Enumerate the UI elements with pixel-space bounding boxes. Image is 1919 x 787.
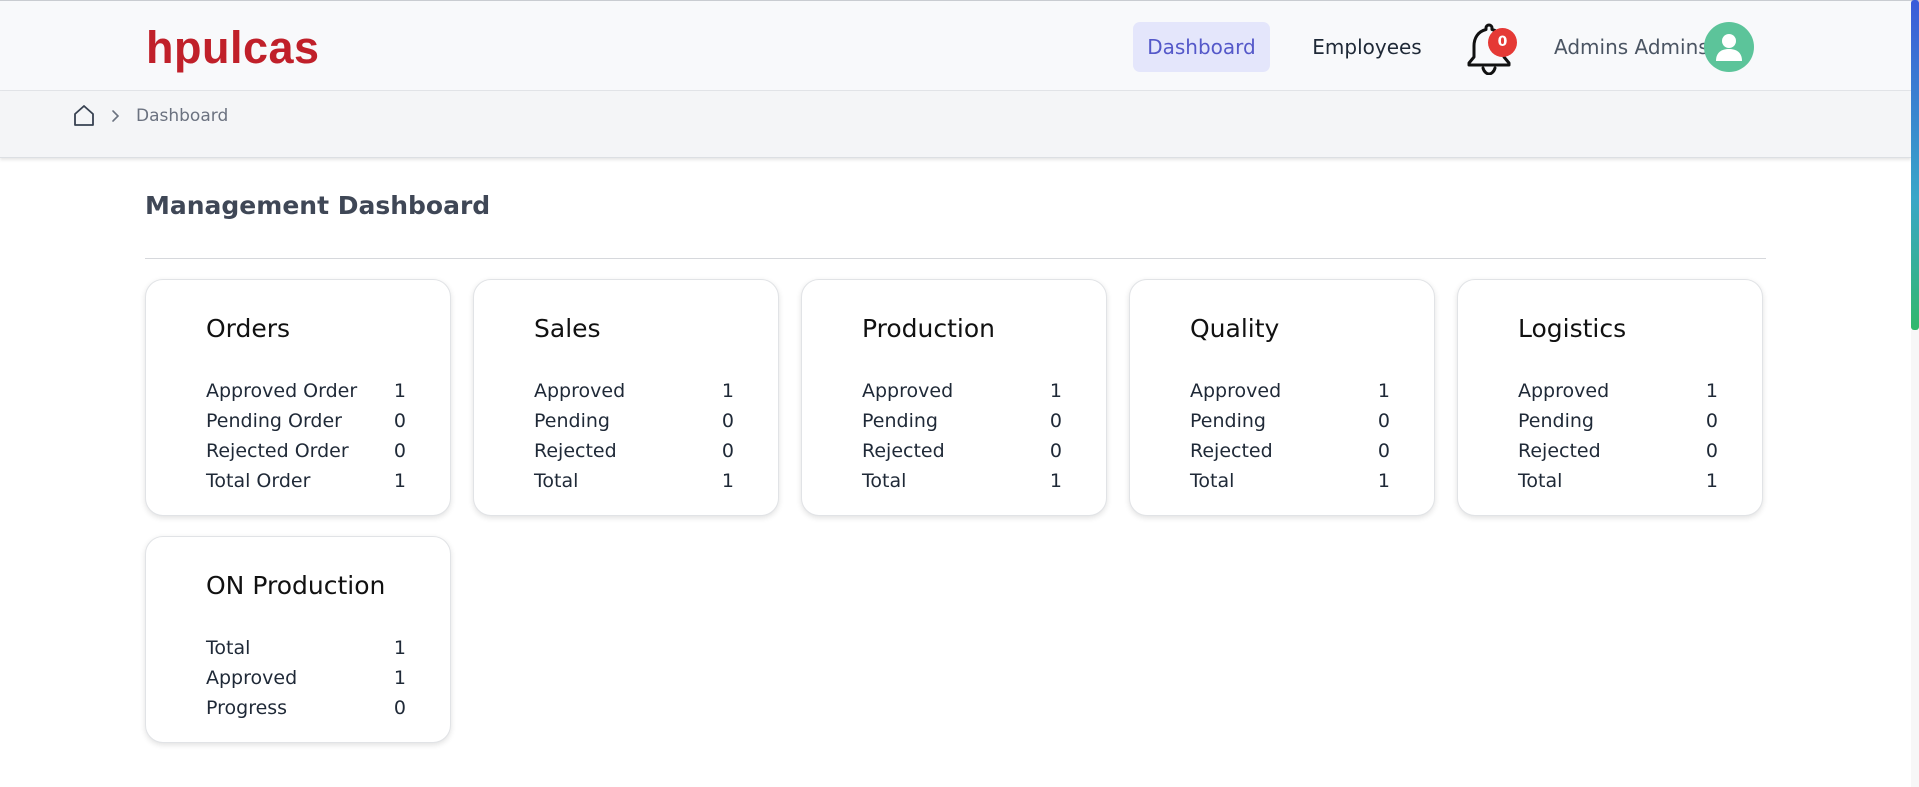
row-value: 1	[393, 637, 406, 659]
top-navbar: hpulcas Dashboard Employees 0 Admins Adm…	[0, 0, 1919, 91]
row-value: 0	[721, 440, 734, 462]
notification-count-badge: 0	[1488, 28, 1517, 57]
row-label: Total Order	[206, 470, 311, 492]
row-label: Rejected	[862, 440, 945, 462]
card-row: Pending 0	[534, 410, 734, 440]
row-value: 0	[1049, 410, 1062, 432]
card-row: Approved Order 1	[206, 380, 406, 410]
card-row: Total 1	[1190, 470, 1390, 500]
card-row: Pending Order 0	[206, 410, 406, 440]
row-label: Rejected	[1518, 440, 1601, 462]
row-value: 1	[393, 380, 406, 402]
breadcrumb: Dashboard	[0, 91, 1911, 158]
row-label: Approved	[206, 667, 298, 689]
card-title: Orders	[206, 314, 291, 343]
row-label: Total	[534, 470, 579, 492]
row-label: Total	[1518, 470, 1563, 492]
row-label: Rejected Order	[206, 440, 349, 462]
row-label: Rejected	[534, 440, 617, 462]
row-label: Pending	[534, 410, 610, 432]
breadcrumb-item-dashboard[interactable]: Dashboard	[136, 106, 228, 126]
row-label: Total	[1190, 470, 1235, 492]
card-title: Quality	[1190, 314, 1280, 343]
card-row: Approved 1	[534, 380, 734, 410]
row-label: Approved	[862, 380, 954, 402]
card-row: Progress 0	[206, 697, 406, 727]
row-value: 1	[1377, 380, 1390, 402]
row-value: 0	[721, 410, 734, 432]
card-on-production: ON Production Total 1 Approved 1 Progress 0	[145, 536, 451, 743]
row-label: Pending Order	[206, 410, 342, 432]
row-value: 0	[1705, 410, 1718, 432]
row-value: 1	[393, 667, 406, 689]
row-value: 0	[1705, 440, 1718, 462]
row-value: 1	[1049, 380, 1062, 402]
card-row: Pending 0	[1518, 410, 1718, 440]
card-production: Production Approved 1 Pending 0 Rejected 0 …	[801, 279, 1107, 516]
row-label: Approved	[1190, 380, 1282, 402]
card-row: Rejected 0	[534, 440, 734, 470]
card-sales: Sales Approved 1 Pending 0 Rejected 0 Total…	[473, 279, 779, 516]
row-value: 1	[1705, 470, 1718, 492]
card-quality: Quality Approved 1 Pending 0 Rejected 0 Tot…	[1129, 279, 1435, 516]
row-value: 1	[721, 380, 734, 402]
card-row: Total 1	[862, 470, 1062, 500]
page-title: Management Dashboard	[145, 191, 491, 220]
row-value: 1	[1049, 470, 1062, 492]
brand-logo[interactable]: hpulcas	[146, 21, 320, 75]
user-avatar-icon[interactable]	[1704, 22, 1754, 72]
row-label: Total	[206, 637, 251, 659]
card-row: Pending 0	[1190, 410, 1390, 440]
row-label: Pending	[1190, 410, 1266, 432]
card-logistics: Logistics Approved 1 Pending 0 Rejected 0 T…	[1457, 279, 1763, 516]
card-row: Total 1	[534, 470, 734, 500]
card-title: Logistics	[1518, 314, 1627, 343]
card-row: Rejected 0	[1518, 440, 1718, 470]
nav-dashboard[interactable]: Dashboard	[1133, 22, 1270, 72]
row-value: 0	[1049, 440, 1062, 462]
row-label: Pending	[1518, 410, 1594, 432]
scrollbar-thumb[interactable]	[1911, 0, 1919, 330]
card-row: Rejected 0	[862, 440, 1062, 470]
scrollbar-track[interactable]	[1911, 330, 1919, 787]
row-value: 1	[1377, 470, 1390, 492]
card-row: Approved 1	[1190, 380, 1390, 410]
user-name[interactable]: Admins Admins	[1554, 31, 1709, 63]
card-row: Pending 0	[862, 410, 1062, 440]
card-row: Approved 1	[862, 380, 1062, 410]
card-row: Approved 1	[1518, 380, 1718, 410]
card-row: Total Order 1	[206, 470, 406, 500]
row-label: Approved	[534, 380, 626, 402]
card-row: Total 1	[206, 637, 406, 667]
row-label: Pending	[862, 410, 938, 432]
row-value: 1	[1705, 380, 1718, 402]
card-title: Sales	[534, 314, 601, 343]
row-label: Progress	[206, 697, 288, 719]
row-value: 0	[393, 410, 406, 432]
row-value: 1	[393, 470, 406, 492]
home-icon[interactable]	[72, 103, 96, 132]
row-value: 0	[1377, 410, 1390, 432]
row-label: Rejected	[1190, 440, 1273, 462]
row-label: Approved	[1518, 380, 1610, 402]
card-title: Production	[862, 314, 996, 343]
card-orders: Orders Approved Order 1 Pending Order 0 Re…	[145, 279, 451, 516]
card-row: Rejected 0	[1190, 440, 1390, 470]
row-value: 0	[393, 697, 406, 719]
breadcrumb-chevron-right-icon	[110, 109, 120, 128]
title-divider	[145, 258, 1766, 259]
card-row: Rejected Order 0	[206, 440, 406, 470]
row-label: Approved Order	[206, 380, 358, 402]
card-title: ON Production	[206, 571, 386, 600]
row-label: Total	[862, 470, 907, 492]
card-row: Approved 1	[206, 667, 406, 697]
row-value: 0	[1377, 440, 1390, 462]
row-value: 0	[393, 440, 406, 462]
card-row: Total 1	[1518, 470, 1718, 500]
row-value: 1	[721, 470, 734, 492]
nav-employees[interactable]: Employees	[1306, 22, 1428, 72]
